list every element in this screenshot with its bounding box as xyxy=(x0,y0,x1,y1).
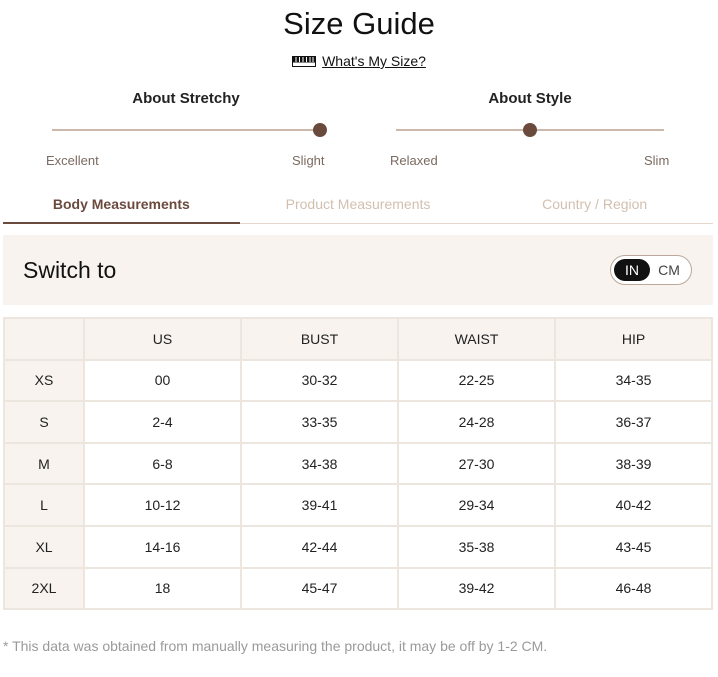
ruler-icon xyxy=(292,55,317,67)
cell-hip: 46-48 xyxy=(554,566,713,611)
cell-bust: 34-38 xyxy=(240,441,399,486)
stretchy-left-label: Excellent xyxy=(46,153,99,168)
tab-country-region[interactable]: Country / Region xyxy=(476,190,713,223)
cell-bust: 30-32 xyxy=(240,358,399,403)
cell-hip: 38-39 xyxy=(554,441,713,486)
unit-option-cm[interactable]: CM xyxy=(651,259,687,281)
size-label: M xyxy=(3,441,85,486)
stretchy-track xyxy=(52,129,320,131)
table-row: L 10-12 39-41 29-34 40-42 xyxy=(3,483,713,527)
cell-us: 00 xyxy=(83,358,242,403)
unit-switch-bar: Switch to IN CM xyxy=(3,235,713,305)
stretchy-indicator xyxy=(313,123,327,137)
cell-bust: 33-35 xyxy=(240,400,399,444)
cell-bust: 45-47 xyxy=(240,566,399,611)
style-right-label: Slim xyxy=(644,153,670,168)
cell-bust: 42-44 xyxy=(240,524,399,569)
whats-my-size-link[interactable]: What's My Size? xyxy=(322,53,426,69)
measurement-tabs: Body Measurements Product Measurements C… xyxy=(3,190,713,224)
size-label: 2XL xyxy=(3,566,85,611)
table-row: M 6-8 34-38 27-30 38-39 xyxy=(3,441,713,486)
cell-hip: 36-37 xyxy=(554,400,713,444)
whats-my-size-link-row[interactable]: What's My Size? xyxy=(0,53,718,69)
cell-waist: 24-28 xyxy=(397,400,556,444)
header-waist: WAIST xyxy=(397,317,556,361)
size-label: S xyxy=(3,400,85,444)
cell-hip: 43-45 xyxy=(554,524,713,569)
cell-waist: 29-34 xyxy=(397,483,556,527)
stretchy-right-label: Slight xyxy=(292,153,325,168)
table-header-row: US BUST WAIST HIP xyxy=(3,317,713,361)
cell-hip: 34-35 xyxy=(554,358,713,403)
style-title: About Style xyxy=(488,90,572,107)
cell-bust: 39-41 xyxy=(240,483,399,527)
cell-hip: 40-42 xyxy=(554,483,713,527)
cell-waist: 22-25 xyxy=(397,358,556,403)
table-row: S 2-4 33-35 24-28 36-37 xyxy=(3,400,713,444)
cell-waist: 39-42 xyxy=(397,566,556,611)
size-table: US BUST WAIST HIP XS 00 30-32 22-25 34-3… xyxy=(3,317,713,611)
unit-toggle[interactable]: IN CM xyxy=(610,255,692,285)
table-row: 2XL 18 45-47 39-42 46-48 xyxy=(3,566,713,611)
header-size xyxy=(3,317,85,361)
size-label: XS xyxy=(3,358,85,403)
style-left-label: Relaxed xyxy=(390,153,438,168)
style-indicator xyxy=(523,123,537,137)
measurement-note: * This data was obtained from manually m… xyxy=(3,638,548,654)
header-hip: HIP xyxy=(554,317,713,361)
cell-waist: 35-38 xyxy=(397,524,556,569)
cell-us: 2-4 xyxy=(83,400,242,444)
table-row: XS 00 30-32 22-25 34-35 xyxy=(3,358,713,403)
switch-label: Switch to xyxy=(23,257,117,283)
tab-body-measurements[interactable]: Body Measurements xyxy=(3,190,240,224)
header-us: US xyxy=(83,317,242,361)
cell-us: 6-8 xyxy=(83,441,242,486)
cell-us: 10-12 xyxy=(83,483,242,527)
table-row: XL 14-16 42-44 35-38 43-45 xyxy=(3,524,713,569)
cell-us: 18 xyxy=(83,566,242,611)
header-bust: BUST xyxy=(240,317,399,361)
stretchy-title: About Stretchy xyxy=(132,90,240,107)
cell-us: 14-16 xyxy=(83,524,242,569)
size-label: L xyxy=(3,483,85,527)
page-title: Size Guide xyxy=(283,6,435,41)
unit-option-in[interactable]: IN xyxy=(614,259,650,281)
cell-waist: 27-30 xyxy=(397,441,556,486)
tab-product-measurements[interactable]: Product Measurements xyxy=(240,190,477,223)
size-label: XL xyxy=(3,524,85,569)
